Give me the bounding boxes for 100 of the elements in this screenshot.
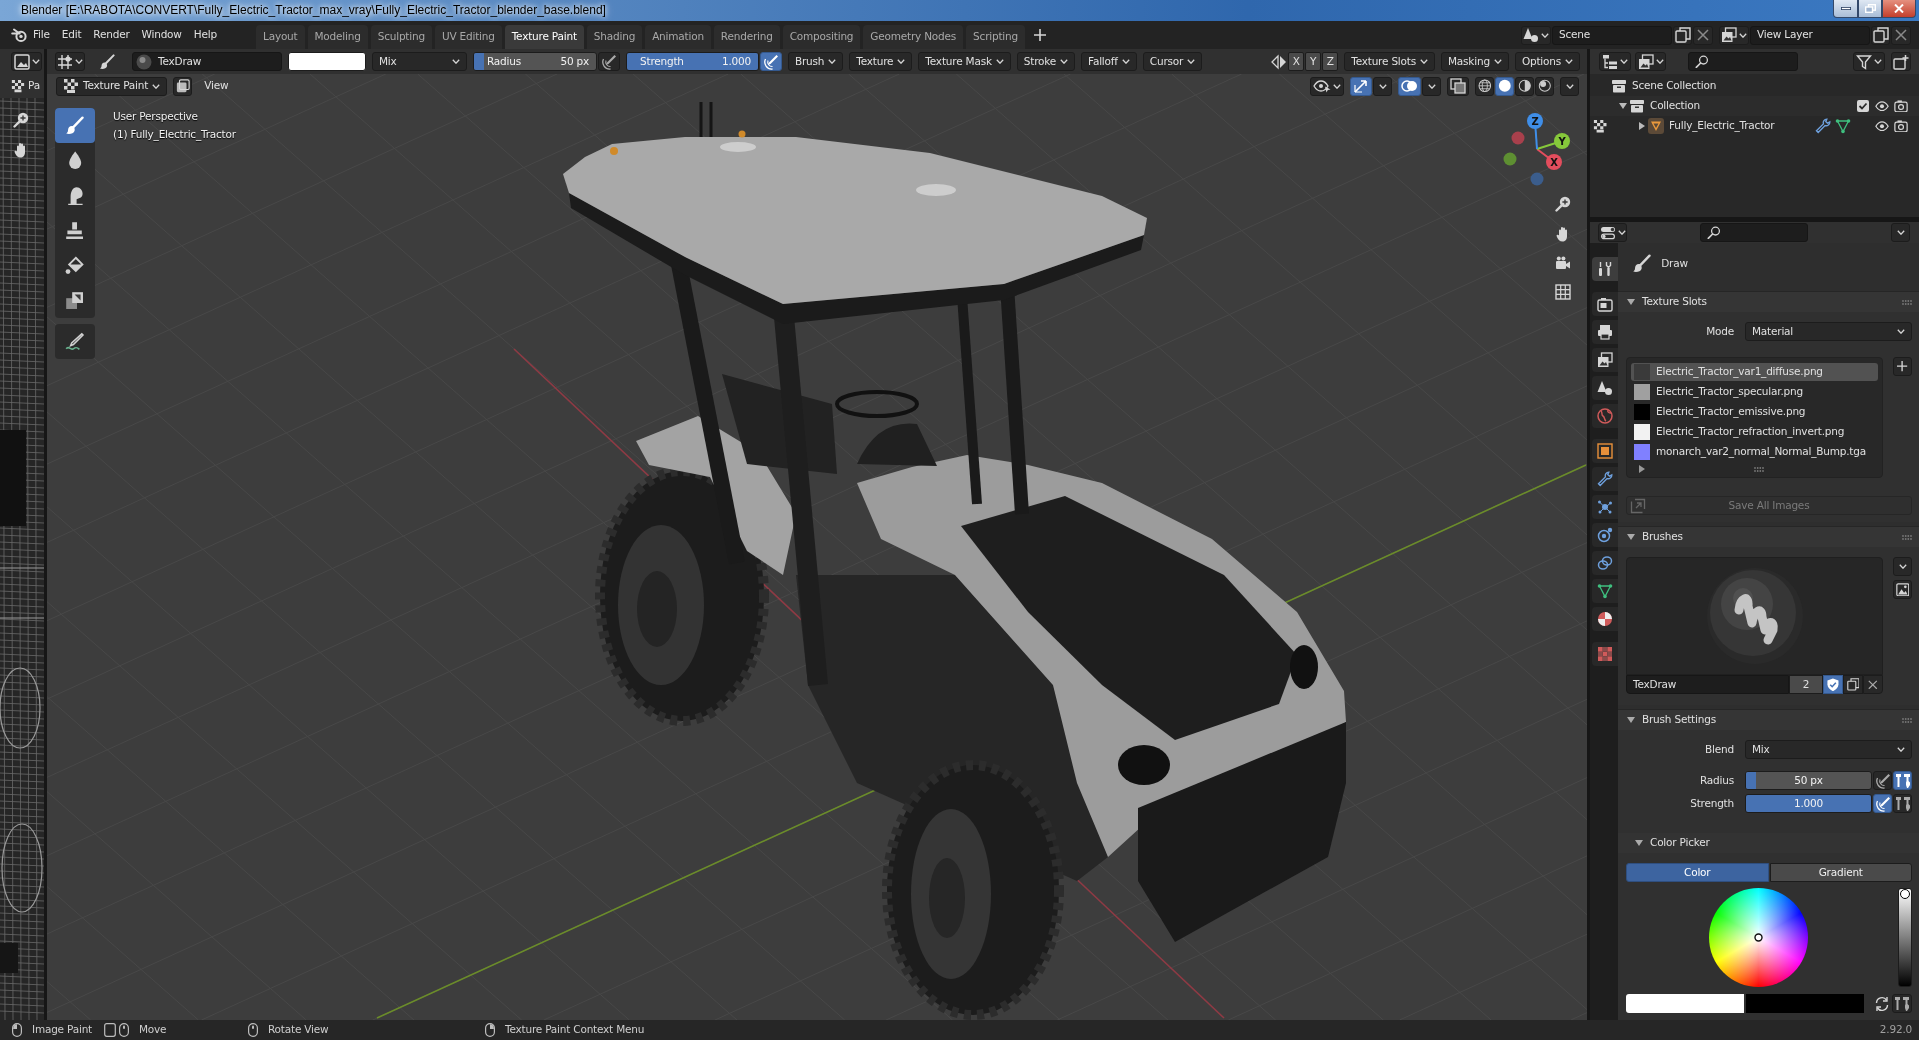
menu-dropdown[interactable]: Texture Mask [918,52,1011,71]
color-swatch[interactable] [288,52,366,71]
panel-header[interactable]: Brushes [1618,527,1919,547]
workspace-tab[interactable]: Modeling [307,25,368,49]
mirror-axis-toggle[interactable]: Z [1322,52,1339,71]
pressure-toggle[interactable] [1873,794,1892,813]
unlink-brush-button[interactable] [1863,675,1883,694]
mirror-axis-toggle[interactable]: Y [1305,52,1322,71]
properties-tab[interactable] [1592,579,1618,603]
properties-tab[interactable] [1592,320,1618,344]
brush-name-field[interactable]: TexDraw [132,52,282,71]
options-button[interactable] [1891,223,1910,242]
menu-dropdown[interactable]: Texture [849,52,913,71]
pressure-toggle[interactable] [760,52,782,71]
color-mode-tab[interactable]: Gradient [1769,863,1912,882]
value-slider[interactable] [1898,888,1912,987]
hand-icon[interactable] [14,142,28,158]
brush-slider[interactable]: 50 px [1745,771,1872,790]
new-view-layer-button[interactable] [1871,25,1890,45]
y-axis-handle[interactable]: Y [1536,133,1570,150]
texture-slot-item[interactable]: Electric_Tractor_var1_diffuse.png [1631,363,1878,381]
blend-dropdown[interactable]: Mix [1745,740,1912,759]
tool-button[interactable] [55,324,95,359]
swap-icon[interactable] [1874,995,1890,1012]
menu-dropdown[interactable]: Masking [1441,52,1509,71]
fake-user-toggle[interactable] [1823,675,1843,694]
new-scene-button[interactable] [1673,25,1692,45]
checker-icon[interactable] [1593,118,1608,134]
triangle-icon[interactable] [1639,122,1645,130]
color-swatch[interactable] [1626,994,1744,1013]
mode-dropdown[interactable]: Pa [11,79,40,93]
triangle-icon[interactable] [1619,103,1627,109]
properties-tab[interactable] [1592,257,1618,281]
outliner-item[interactable]: Fully_Electric_Tractor [1590,116,1919,136]
editor-type-button[interactable] [11,52,42,71]
color-mode-tab[interactable]: Color [1626,863,1769,882]
brush-slider[interactable]: Radius 50 px [473,52,597,71]
camera-icon[interactable] [1555,256,1571,270]
menu-dropdown[interactable]: Stroke [1016,52,1076,71]
properties-tab[interactable] [1592,292,1618,316]
panel-header[interactable]: Brush Settings [1618,710,1919,730]
unified-toggle[interactable] [1892,994,1912,1013]
workspace-tab[interactable]: Texture Paint [504,25,584,49]
brush-preview-frame[interactable] [1626,557,1883,675]
panel-header[interactable]: Texture Slots [1618,292,1919,312]
menu-dropdown[interactable]: Cursor [1142,52,1203,71]
grid-icon[interactable] [1555,284,1571,300]
brush-slider[interactable]: 1.000 [1745,794,1872,813]
view-layer-name-field[interactable]: View Layer [1750,25,1870,45]
unified-toggle[interactable] [1893,794,1912,813]
menu-dropdown[interactable]: Options [1514,52,1580,71]
workspace-tab[interactable]: Compositing [782,25,861,49]
outliner-item[interactable]: Scene Collection [1590,76,1919,96]
eye-icon[interactable] [1875,120,1889,132]
scene-browse-button[interactable] [1521,25,1551,45]
properties-tab[interactable] [1592,607,1618,631]
minimize-button[interactable] [1833,0,1858,18]
slider-thumb[interactable] [1900,889,1910,899]
plus-icon[interactable] [1034,29,1046,41]
workspace-tab[interactable]: Geometry Nodes [863,25,964,49]
scene-name-field[interactable]: Scene [1552,25,1672,45]
triangle-icon[interactable] [1639,465,1645,473]
properties-tab[interactable] [1592,348,1618,372]
remove-scene-button[interactable] [1693,25,1713,45]
new-collection-button[interactable] [1891,52,1911,71]
menu-dropdown[interactable]: Brush [788,52,844,71]
tool-button[interactable] [55,108,95,143]
brush-name-field[interactable]: TexDraw [1626,675,1789,694]
negative-y-handle[interactable] [1503,152,1517,166]
brush-icon[interactable] [99,53,115,70]
filter-button[interactable] [1853,52,1885,71]
menu-dropdown[interactable]: Falloff [1081,52,1137,71]
camera-icon[interactable] [1894,99,1908,113]
menu-item[interactable]: File [27,26,56,44]
app-logo-icon[interactable] [11,28,27,42]
view-layer-browse-button[interactable] [1719,25,1749,45]
menu-dropdown[interactable]: Texture Slots [1344,52,1435,71]
workspace-tab[interactable]: UV Editing [434,25,502,49]
z-axis-handle[interactable]: Z [1527,113,1543,150]
texture-slot-item[interactable]: Electric_Tractor_emissive.png [1631,403,1878,421]
brush-menu-button[interactable] [1893,557,1912,576]
user-count-button[interactable]: 2 [1789,675,1823,694]
properties-tab[interactable] [1592,376,1618,400]
properties-tab[interactable] [1592,523,1618,547]
workspace-tab[interactable]: Rendering [713,25,780,49]
search-field[interactable] [1700,223,1808,242]
zoom-icon[interactable] [1555,196,1571,212]
menu-item[interactable]: Edit [55,26,88,44]
texture-slot-item[interactable]: Electric_Tractor_specular.png [1631,383,1878,401]
mirror-icon[interactable] [1271,53,1288,70]
menu-item[interactable]: Window [135,26,188,44]
camera-icon[interactable] [1894,119,1908,133]
workspace-tab[interactable]: Sculpting [370,25,432,49]
checkbox-icon[interactable] [1857,100,1869,112]
workspace-tab[interactable]: Animation [645,25,711,49]
negative-z-handle[interactable] [1530,172,1544,186]
editor-type-button[interactable] [55,52,85,71]
workspace-tab[interactable]: Shading [586,25,643,49]
display-mode-button[interactable] [1635,52,1666,71]
texture-slot-item[interactable]: Electric_Tractor_refraction_invert.png [1631,423,1878,441]
